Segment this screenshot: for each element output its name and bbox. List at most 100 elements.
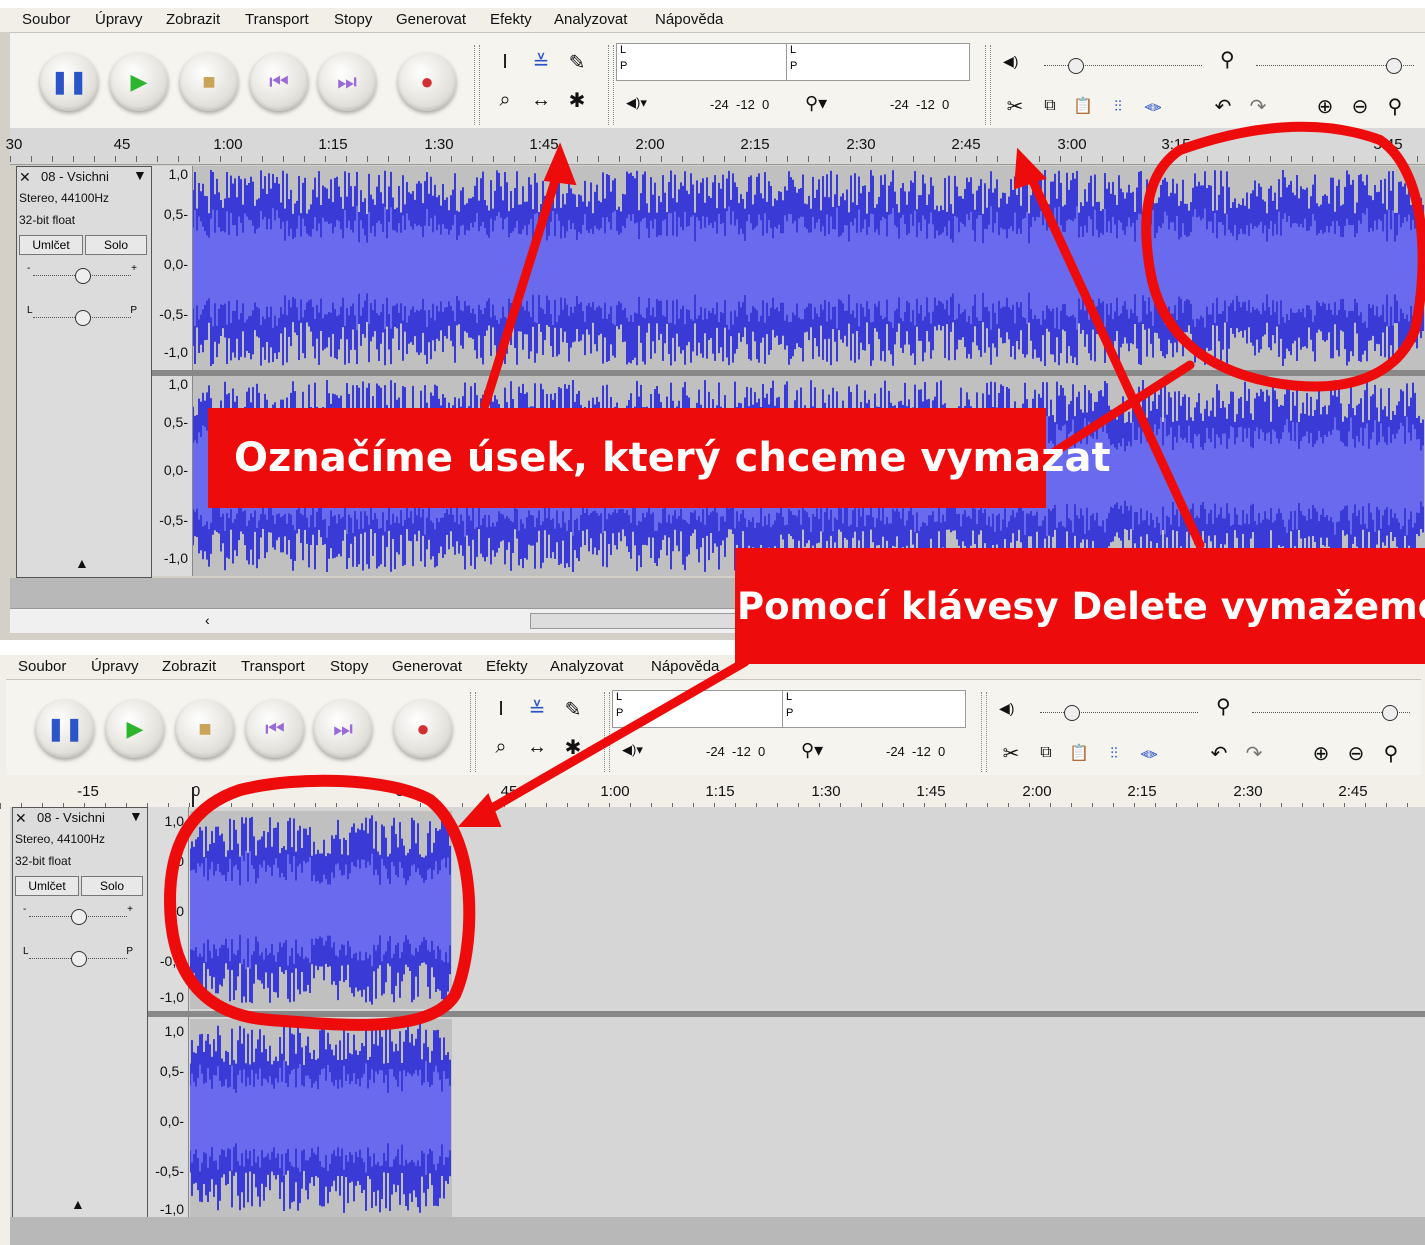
menu-generate[interactable]: Generovat (392, 658, 462, 675)
envelope-tool-icon[interactable]: ≚ (522, 694, 552, 724)
zoom-in-icon[interactable]: ⊕ (1310, 91, 1340, 121)
skip-end-button[interactable]: ⏭ (314, 700, 372, 758)
menu-help[interactable]: Nápověda (655, 11, 723, 28)
playback-meter[interactable]: L P (612, 690, 786, 728)
gain-slider[interactable]: - + (27, 263, 137, 284)
menu-effects[interactable]: Efekty (486, 658, 528, 675)
menu-edit[interactable]: Úpravy (91, 658, 139, 675)
envelope-tool-icon[interactable]: ≚ (526, 47, 556, 77)
undo-icon[interactable]: ↶ (1204, 738, 1234, 768)
output-volume-slider[interactable] (1034, 704, 1204, 721)
menu-file[interactable]: Soubor (22, 11, 70, 28)
draw-tool-icon[interactable]: ✎ (558, 694, 588, 724)
track-menu-arrow-icon[interactable]: ▼ (133, 167, 147, 183)
speaker-icon[interactable]: ◀)▾ (622, 742, 643, 758)
pause-button[interactable]: ❚❚ (36, 700, 94, 758)
menu-tracks[interactable]: Stopy (334, 11, 372, 28)
paste-icon[interactable]: 📋 (1068, 91, 1098, 121)
record-button[interactable]: ● (398, 53, 456, 111)
stop-button[interactable]: ■ (176, 700, 234, 758)
multi-tool-icon[interactable]: ✱ (562, 85, 592, 115)
multi-tool-icon[interactable]: ✱ (558, 732, 588, 762)
pan-slider[interactable]: LP (27, 305, 137, 326)
skip-end-button[interactable]: ⏭ (318, 53, 376, 111)
zoom-out-icon[interactable]: ⊖ (1341, 738, 1371, 768)
collapse-track-icon[interactable]: ▲ (71, 1196, 85, 1212)
menu-help[interactable]: Nápověda (651, 658, 719, 675)
copy-icon[interactable]: ⧉ (1031, 738, 1061, 768)
pause-button[interactable]: ❚❚ (40, 53, 98, 111)
playback-meter[interactable]: L P (616, 43, 790, 81)
scroll-left-icon[interactable]: ‹ (205, 612, 210, 628)
toolbar-grip[interactable] (470, 692, 476, 772)
mic-dropdown-icon[interactable]: ⚲▾ (805, 93, 827, 114)
input-volume-slider[interactable] (1250, 57, 1420, 74)
gain-slider[interactable]: - + (23, 904, 133, 925)
speaker-icon[interactable]: ◀)▾ (626, 95, 647, 111)
selection-tool-icon[interactable]: I (490, 47, 520, 77)
silence-icon[interactable]: ⫷⫸ (1134, 738, 1164, 768)
output-volume-slider[interactable] (1038, 57, 1208, 74)
zoom-tool-icon[interactable]: ⌕ (486, 732, 516, 762)
menu-effects[interactable]: Efekty (490, 11, 532, 28)
menu-generate[interactable]: Generovat (396, 11, 466, 28)
waveform-channel-left[interactable] (193, 166, 1425, 370)
fit-selection-icon[interactable]: ⚲ (1376, 738, 1406, 768)
playhead-marker[interactable] (192, 787, 194, 809)
redo-icon[interactable]: ↷ (1239, 738, 1269, 768)
undo-icon[interactable]: ↶ (1208, 91, 1238, 121)
menu-analyze[interactable]: Analyzovat (554, 11, 627, 28)
stop-button[interactable]: ■ (180, 53, 238, 111)
mute-button[interactable]: Umlčet (19, 235, 83, 255)
menu-edit[interactable]: Úpravy (95, 11, 143, 28)
cut-icon[interactable]: ✂ (1000, 91, 1030, 121)
solo-button[interactable]: Solo (81, 876, 143, 896)
skip-start-button[interactable]: ⏮ (250, 53, 308, 111)
scroll-thumb[interactable] (530, 613, 752, 629)
record-meter[interactable]: L P (786, 43, 970, 81)
silence-icon[interactable]: ⫷⫸ (1138, 91, 1168, 121)
trim-icon[interactable]: ⫶⫶ (1103, 91, 1133, 121)
timeline-ruler[interactable]: -15 0 30 45 1:00 1:15 1:30 1:45 2:00 2:1… (0, 775, 1425, 811)
menu-transport[interactable]: Transport (245, 11, 309, 28)
toolbar-grip[interactable] (608, 45, 614, 125)
fit-selection-icon[interactable]: ⚲ (1380, 91, 1410, 121)
toolbar-grip[interactable] (474, 45, 480, 125)
timeshift-tool-icon[interactable]: ↔ (522, 732, 552, 762)
record-button[interactable]: ● (394, 700, 452, 758)
menu-analyze[interactable]: Analyzovat (550, 658, 623, 675)
draw-tool-icon[interactable]: ✎ (562, 47, 592, 77)
mute-button[interactable]: Umlčet (15, 876, 79, 896)
zoom-tool-icon[interactable]: ⌕ (490, 85, 520, 115)
track-name-dropdown[interactable]: 08 - Vsichni (41, 169, 109, 184)
trim-icon[interactable]: ⫶⫶ (1099, 738, 1129, 768)
track-close-icon[interactable]: ✕ (19, 169, 31, 186)
copy-icon[interactable]: ⧉ (1035, 91, 1065, 121)
cut-icon[interactable]: ✂ (996, 738, 1026, 768)
play-button[interactable]: ▶ (110, 53, 168, 111)
pan-slider[interactable]: LP (23, 946, 133, 967)
solo-button[interactable]: Solo (85, 235, 147, 255)
menu-file[interactable]: Soubor (18, 658, 66, 675)
zoom-in-icon[interactable]: ⊕ (1306, 738, 1336, 768)
track-name-dropdown[interactable]: 08 - Vsichni (37, 810, 105, 825)
menu-transport[interactable]: Transport (241, 658, 305, 675)
toolbar-grip[interactable] (604, 692, 610, 772)
menu-tracks[interactable]: Stopy (330, 658, 368, 675)
collapse-track-icon[interactable]: ▲ (75, 555, 89, 571)
menu-view[interactable]: Zobrazit (166, 11, 220, 28)
mic-dropdown-icon[interactable]: ⚲▾ (801, 740, 823, 761)
input-volume-slider[interactable] (1246, 704, 1416, 721)
paste-icon[interactable]: 📋 (1064, 738, 1094, 768)
toolbar-grip[interactable] (981, 692, 987, 772)
menu-view[interactable]: Zobrazit (162, 658, 216, 675)
toolbar-grip[interactable] (985, 45, 991, 125)
record-meter[interactable]: L P (782, 690, 966, 728)
skip-start-button[interactable]: ⏮ (246, 700, 304, 758)
track-close-icon[interactable]: ✕ (15, 810, 27, 827)
timeline-ruler[interactable]: 30 45 1:00 1:15 1:30 1:45 2:00 2:15 2:30… (6, 128, 1425, 165)
timeshift-tool-icon[interactable]: ↔ (526, 85, 556, 115)
waveform-channel-left[interactable] (190, 811, 452, 1009)
play-button[interactable]: ▶ (106, 700, 164, 758)
waveform-channel-right[interactable] (190, 1019, 452, 1217)
